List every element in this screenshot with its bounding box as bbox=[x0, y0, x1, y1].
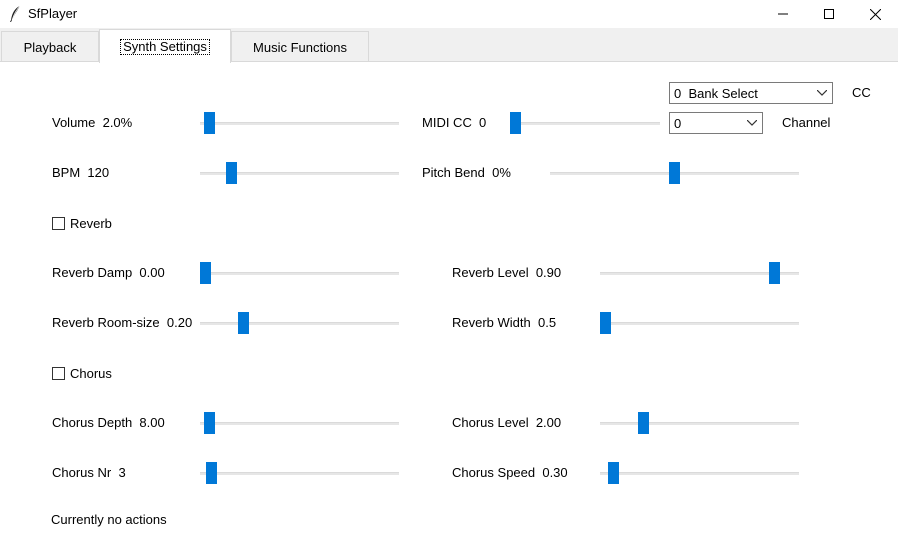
tab-synth-settings[interactable]: Synth Settings bbox=[99, 29, 231, 63]
slider-track[interactable] bbox=[200, 472, 399, 475]
reverb-width-slider[interactable] bbox=[600, 312, 799, 334]
pitch-bend-slider[interactable] bbox=[550, 162, 799, 184]
minimize-button[interactable] bbox=[760, 0, 806, 28]
chorus-nr-label: Chorus Nr 3 bbox=[52, 465, 126, 480]
volume-label: Volume 2.0% bbox=[52, 115, 133, 130]
slider-thumb[interactable] bbox=[510, 112, 521, 134]
slider-thumb[interactable] bbox=[226, 162, 237, 184]
tab-bar: Playback Synth Settings Music Functions bbox=[0, 28, 898, 63]
bpm-slider[interactable] bbox=[200, 162, 399, 184]
channel-select-value: 0 bbox=[674, 116, 682, 131]
slider-thumb[interactable] bbox=[204, 412, 215, 434]
slider-track[interactable] bbox=[200, 272, 399, 275]
reverb-damp-label: Reverb Damp 0.00 bbox=[52, 265, 165, 280]
feather-icon bbox=[8, 5, 22, 23]
minimize-icon bbox=[778, 13, 788, 15]
close-button[interactable] bbox=[852, 0, 898, 28]
channel-label: Channel bbox=[782, 115, 831, 130]
reverb-level-slider[interactable] bbox=[600, 262, 799, 284]
tab-music-functions[interactable]: Music Functions bbox=[231, 31, 369, 62]
slider-thumb[interactable] bbox=[608, 462, 619, 484]
reverb-width-label: Reverb Width 0.5 bbox=[452, 315, 557, 330]
reverb-checkbox[interactable] bbox=[52, 217, 65, 230]
cc-label: CC bbox=[852, 85, 871, 100]
reverb-roomsize-slider[interactable] bbox=[200, 312, 399, 334]
channel-select[interactable]: 0 bbox=[669, 112, 763, 134]
maximize-button[interactable] bbox=[806, 0, 852, 28]
slider-track[interactable] bbox=[200, 122, 399, 125]
slider-track[interactable] bbox=[510, 122, 660, 125]
midi-cc-slider[interactable] bbox=[510, 112, 660, 134]
pitch-bend-label: Pitch Bend 0% bbox=[422, 165, 511, 180]
chevron-down-icon bbox=[817, 90, 827, 96]
maximize-icon bbox=[824, 9, 834, 19]
chorus-speed-slider[interactable] bbox=[600, 462, 799, 484]
title-bar: SfPlayer bbox=[0, 0, 898, 28]
slider-thumb[interactable] bbox=[669, 162, 680, 184]
tab-music-functions-label: Music Functions bbox=[253, 39, 347, 55]
slider-track[interactable] bbox=[600, 472, 799, 475]
chorus-level-label: Chorus Level 2.00 bbox=[452, 415, 562, 430]
cc-select-value: 0 Bank Select bbox=[674, 86, 758, 101]
slider-thumb[interactable] bbox=[200, 262, 211, 284]
bpm-label: BPM 120 bbox=[52, 165, 110, 180]
slider-track[interactable] bbox=[200, 422, 399, 425]
chorus-nr-slider[interactable] bbox=[200, 462, 399, 484]
reverb-roomsize-label: Reverb Room-size 0.20 bbox=[52, 315, 193, 330]
reverb-checkbox-label: Reverb bbox=[70, 216, 112, 231]
chorus-depth-label: Chorus Depth 8.00 bbox=[52, 415, 165, 430]
cc-select[interactable]: 0 Bank Select bbox=[669, 82, 833, 104]
slider-thumb[interactable] bbox=[769, 262, 780, 284]
slider-thumb[interactable] bbox=[204, 112, 215, 134]
reverb-level-label: Reverb Level 0.90 bbox=[452, 265, 562, 280]
slider-thumb[interactable] bbox=[600, 312, 611, 334]
chevron-down-icon bbox=[747, 120, 757, 126]
volume-slider[interactable] bbox=[200, 112, 399, 134]
window-title: SfPlayer bbox=[28, 6, 78, 21]
slider-track[interactable] bbox=[600, 322, 799, 325]
chorus-level-slider[interactable] bbox=[600, 412, 799, 434]
slider-track[interactable] bbox=[200, 322, 399, 325]
tab-playback-label: Playback bbox=[23, 39, 77, 55]
slider-thumb[interactable] bbox=[238, 312, 249, 334]
reverb-damp-slider[interactable] bbox=[200, 262, 399, 284]
chorus-checkbox-label: Chorus bbox=[70, 366, 112, 381]
chorus-checkbox[interactable] bbox=[52, 367, 65, 380]
chorus-depth-slider[interactable] bbox=[200, 412, 399, 434]
slider-thumb[interactable] bbox=[638, 412, 649, 434]
midi-cc-label: MIDI CC 0 bbox=[422, 115, 487, 130]
tab-synth-settings-label: Synth Settings bbox=[120, 38, 210, 55]
tab-playback[interactable]: Playback bbox=[1, 31, 99, 62]
slider-track[interactable] bbox=[600, 422, 799, 425]
slider-thumb[interactable] bbox=[206, 462, 217, 484]
close-icon bbox=[869, 8, 881, 20]
chorus-speed-label: Chorus Speed 0.30 bbox=[452, 465, 568, 480]
status-text: Currently no actions bbox=[51, 512, 167, 527]
